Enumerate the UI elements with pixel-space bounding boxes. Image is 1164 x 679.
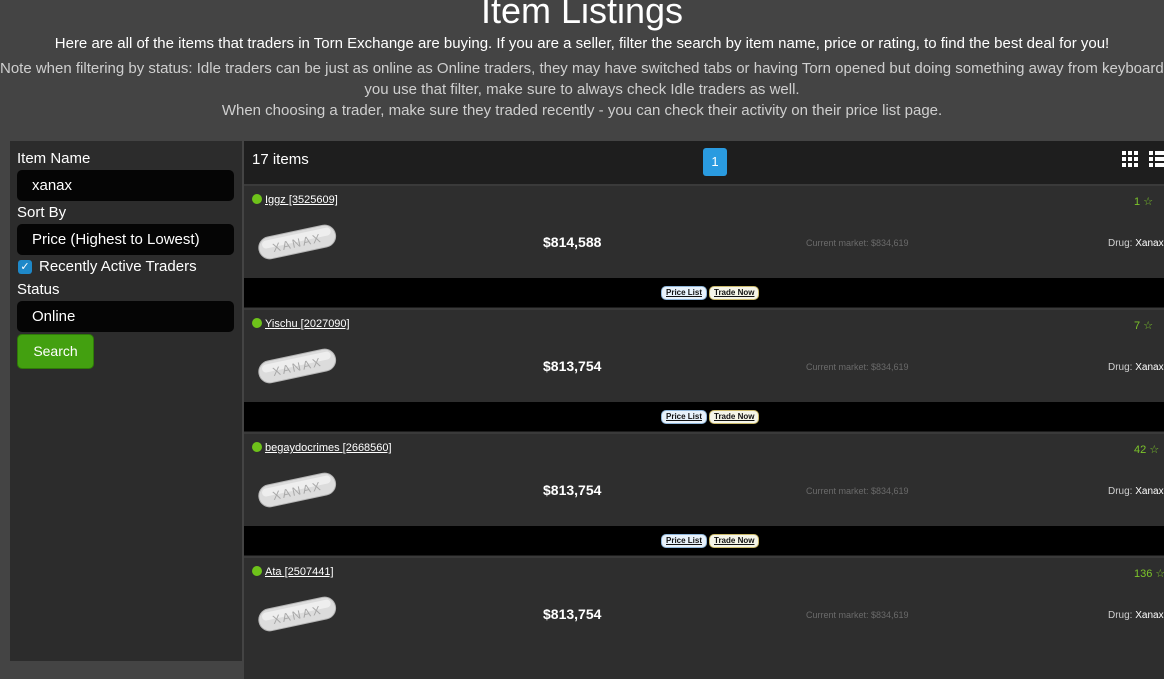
filter-note-line-3: When choosing a trader, make sure they t… <box>221 102 943 119</box>
xanax-pill-icon: XANAX <box>258 348 337 384</box>
item-category: Drug: Xanax <box>1108 238 1164 249</box>
recently-active-label: Recently Active Traders <box>39 258 197 275</box>
star-icon: ☆ <box>1149 444 1160 456</box>
results-panel: 17 items 1 Iggz [3525609] XANAX $814,588… <box>244 141 1164 679</box>
star-icon: ☆ <box>1155 568 1164 580</box>
pagination-page-1[interactable]: 1 <box>703 148 727 176</box>
xanax-pill-icon: XANAX <box>258 224 337 260</box>
filter-sidebar: Item Name xanax Sort By Price (Highest t… <box>10 141 242 661</box>
listing-card: Ata [2507441] XANAX $813,754 Current mar… <box>244 556 1164 679</box>
category-label: Drug: <box>1108 610 1133 621</box>
item-name: Xanax <box>1135 486 1164 497</box>
price-list-button[interactable]: Price List <box>661 286 708 300</box>
listing-actions: Price List Trade Now <box>244 278 1164 307</box>
rating-value: 42 <box>1134 444 1147 456</box>
status-select[interactable]: Online <box>17 301 234 332</box>
price-list-button[interactable]: Price List <box>661 534 708 548</box>
trade-now-button[interactable]: Trade Now <box>709 286 760 300</box>
category-label: Drug: <box>1108 238 1133 249</box>
page-title: Item Listings <box>480 0 684 31</box>
listing-header: begaydocrimes [2668560] <box>252 442 392 454</box>
rating-value: 7 <box>1134 320 1141 332</box>
item-name-input[interactable]: xanax <box>17 170 234 201</box>
listing-actions: Price List Trade Now <box>244 526 1164 555</box>
star-icon: ☆ <box>1143 320 1154 332</box>
item-category: Drug: Xanax <box>1108 486 1164 497</box>
listing-header: Iggz [3525609] <box>252 194 338 206</box>
sort-by-label: Sort By <box>17 204 67 221</box>
trade-now-button[interactable]: Trade Now <box>709 534 760 548</box>
listing-price: $814,588 <box>543 234 602 250</box>
trader-link[interactable]: Ata [2507441] <box>265 566 334 578</box>
rating-value: 136 <box>1134 568 1153 580</box>
online-status-icon <box>252 442 262 452</box>
trade-now-button[interactable]: Trade Now <box>709 410 760 424</box>
trader-rating: 1 ☆ <box>1134 195 1153 208</box>
listing-actions: Price List Trade Now <box>244 402 1164 431</box>
listing-card: begaydocrimes [2668560] XANAX $813,754 C… <box>244 432 1164 555</box>
online-status-icon <box>252 318 262 328</box>
market-price: Current market: $834,619 <box>806 238 909 248</box>
item-name: Xanax <box>1135 238 1164 249</box>
listing-card: Iggz [3525609] XANAX $814,588 Current ma… <box>244 184 1164 307</box>
trader-rating: 136 ☆ <box>1134 567 1164 580</box>
star-icon: ☆ <box>1143 196 1154 208</box>
market-price: Current market: $834,619 <box>806 486 909 496</box>
listing-price: $813,754 <box>543 482 602 498</box>
trader-link[interactable]: Yischu [2027090] <box>265 318 350 330</box>
online-status-icon <box>252 194 262 204</box>
results-toolbar: 17 items 1 <box>244 141 1164 184</box>
grid-view-icon[interactable] <box>1122 151 1138 167</box>
price-list-button[interactable]: Price List <box>661 410 708 424</box>
market-price: Current market: $834,619 <box>806 362 909 372</box>
item-category: Drug: Xanax <box>1108 610 1164 621</box>
trader-link[interactable]: Iggz [3525609] <box>265 194 338 206</box>
xanax-pill-icon: XANAX <box>258 596 337 632</box>
item-name: Xanax <box>1135 610 1164 621</box>
market-price: Current market: $834,619 <box>806 610 909 620</box>
listing-price: $813,754 <box>543 358 602 374</box>
listing-header: Yischu [2027090] <box>252 318 350 330</box>
status-label: Status <box>17 281 60 298</box>
xanax-pill-icon: XANAX <box>258 472 337 508</box>
category-label: Drug: <box>1108 486 1133 497</box>
trader-link[interactable]: begaydocrimes [2668560] <box>265 442 392 454</box>
results-count: 17 items <box>252 151 309 168</box>
online-status-icon <box>252 566 262 576</box>
recently-active-checkbox[interactable]: ✓ <box>18 260 32 274</box>
intro-text: Here are all of the items that traders i… <box>0 34 1164 121</box>
listing-card: Yischu [2027090] XANAX $813,754 Current … <box>244 308 1164 431</box>
sort-by-select[interactable]: Price (Highest to Lowest) <box>17 224 234 255</box>
item-category: Drug: Xanax <box>1108 362 1164 373</box>
filter-note-line-2: you use that filter, make sure to always… <box>364 81 800 98</box>
filter-note-line-1: Note when filtering by status: Idle trad… <box>0 60 1164 77</box>
intro-line: Here are all of the items that traders i… <box>54 35 1110 52</box>
listing-price: $813,754 <box>543 606 602 622</box>
trader-rating: 42 ☆ <box>1134 443 1159 456</box>
trader-rating: 7 ☆ <box>1134 319 1153 332</box>
rating-value: 1 <box>1134 196 1141 208</box>
item-name-label: Item Name <box>17 150 91 167</box>
category-label: Drug: <box>1108 362 1133 373</box>
search-button[interactable]: Search <box>17 334 94 369</box>
listing-header: Ata [2507441] <box>252 566 334 578</box>
list-view-icon[interactable] <box>1149 151 1164 167</box>
item-name: Xanax <box>1135 362 1164 373</box>
